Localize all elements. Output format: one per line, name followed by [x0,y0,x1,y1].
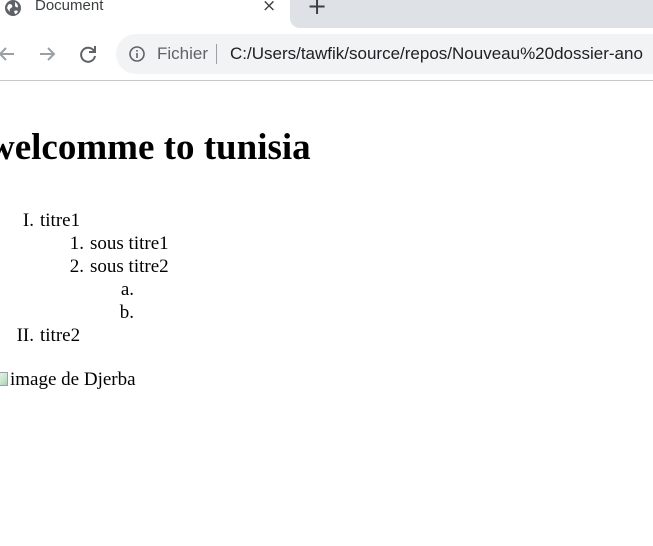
tab-strip: Document × + [0,0,653,28]
image-alt-text: image de Djerba [10,369,136,390]
browser-toolbar: Fichier C:/Users/tawfik/source/repos/Nou… [0,28,653,80]
broken-image-icon [0,372,8,386]
new-tab-button[interactable]: + [306,0,328,18]
list-marker: I. [22,210,34,231]
arrow-right-icon[interactable] [34,41,60,67]
separator [216,44,217,64]
address-bar[interactable]: Fichier C:/Users/tawfik/source/repos/Nou… [116,34,653,74]
url-text[interactable]: C:/Users/tawfik/source/repos/Nouveau%20d… [230,44,643,64]
scheme-label: Fichier [157,44,209,63]
arrow-left-icon[interactable] [0,41,20,67]
page-content: welcomme to tunisia I. titre1 1. sous ti… [0,81,653,546]
list-marker: b. [119,302,134,323]
list-marker: 2. [69,256,84,277]
reload-icon[interactable] [75,41,101,67]
list-marker: 1. [69,233,84,254]
list-item-text: sous titre2 [90,256,169,277]
broken-image: image de Djerba [0,369,136,391]
list-item-text: sous titre1 [90,233,169,254]
list-marker: II. [16,325,34,346]
globe-icon [5,0,21,16]
close-tab-icon[interactable]: × [262,0,276,16]
info-icon[interactable] [128,45,146,63]
page-heading: welcomme to tunisia [0,127,311,168]
tab-document[interactable]: Document × [0,0,300,28]
list-marker: a. [120,279,134,300]
list-item-text: titre2 [40,325,81,346]
tab-title: Document [35,0,104,14]
list-item-text: titre1 [40,210,81,231]
